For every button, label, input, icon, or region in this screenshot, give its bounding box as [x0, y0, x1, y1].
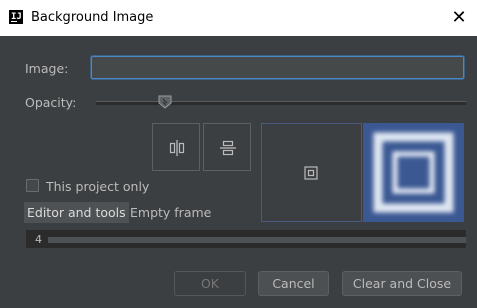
fill-value: 4 [35, 233, 42, 246]
fill-slider-track[interactable] [48, 237, 466, 243]
opacity-slider-track[interactable] [96, 101, 466, 105]
image-label: Image: [25, 61, 69, 76]
frame-center-icon [304, 166, 318, 180]
placement-preview[interactable] [261, 123, 362, 222]
window-title: Background Image [31, 10, 154, 25]
align-horizontal-center-icon [169, 140, 185, 156]
close-button[interactable]: ✕ [449, 8, 469, 28]
opacity-slider-thumb[interactable] [158, 95, 172, 109]
align-vertical-center-icon [220, 140, 236, 156]
cancel-button[interactable]: Cancel [258, 271, 329, 296]
background-preview-image [363, 123, 464, 222]
target-editor-and-tools[interactable]: Editor and tools [24, 202, 129, 223]
intellij-icon: IJ [9, 10, 23, 24]
align-vertical-center-button[interactable] [203, 123, 251, 171]
clear-and-close-button[interactable]: Clear and Close [342, 271, 462, 296]
title-bar: IJ Background Image ✕ [0, 0, 477, 36]
this-project-only-checkbox[interactable] [26, 179, 39, 192]
ok-button[interactable]: OK [174, 271, 246, 296]
this-project-only-label[interactable]: This project only [46, 179, 149, 194]
opacity-label: Opacity: [25, 95, 77, 110]
image-path-input[interactable] [91, 56, 464, 79]
align-horizontal-center-button[interactable] [152, 123, 200, 171]
target-empty-frame[interactable]: Empty frame [127, 202, 214, 223]
fill-slider[interactable]: 4 [26, 230, 466, 248]
